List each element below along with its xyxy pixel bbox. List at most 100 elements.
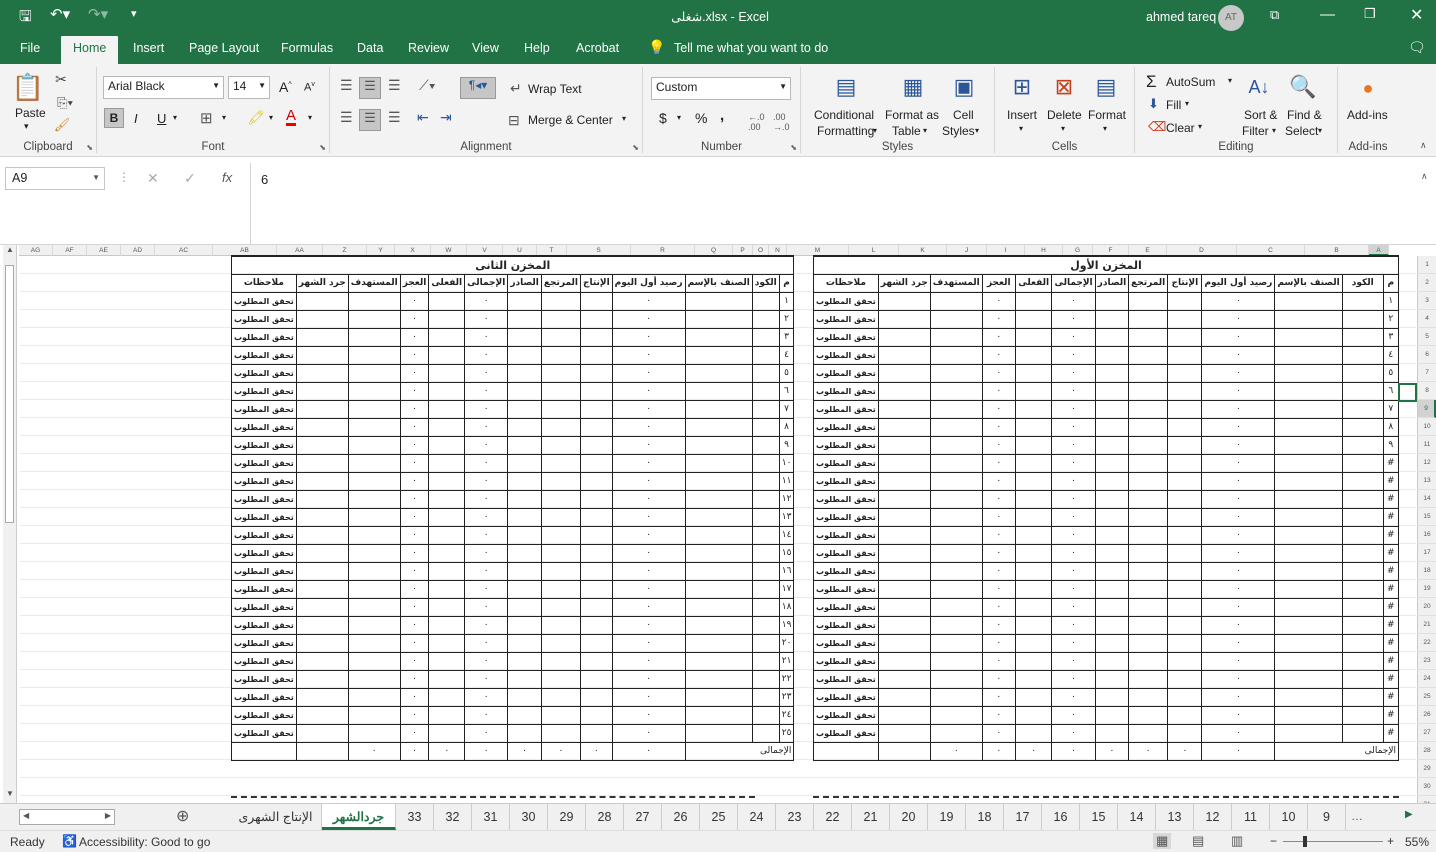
cell[interactable] <box>684 687 753 707</box>
row-number[interactable]: ٢١ <box>778 651 795 671</box>
warehouse-1-table[interactable]: المخزن الأول م الكود الصنف بالإسم رصيد أول ا… <box>813 255 1400 761</box>
scroll-up-icon[interactable]: ▲ <box>3 245 17 259</box>
sheet-tab[interactable]: 22 <box>814 804 852 830</box>
cell-zero[interactable]: ٠ <box>1051 399 1096 419</box>
cell[interactable] <box>540 723 581 743</box>
cell[interactable] <box>929 291 983 311</box>
cell[interactable] <box>1341 309 1384 329</box>
cell[interactable] <box>428 669 466 689</box>
autosum-dropdown-icon[interactable]: ▾ <box>1228 76 1232 85</box>
horizontal-scrollbar[interactable]: ◀ ▶ <box>19 809 115 825</box>
expand-formula-bar-icon[interactable]: ∧ <box>1421 171 1428 182</box>
cell[interactable] <box>877 309 931 329</box>
cell[interactable] <box>1014 399 1053 419</box>
cell[interactable] <box>684 633 753 653</box>
cell-zero[interactable]: ٠ <box>611 471 686 491</box>
cell[interactable] <box>579 417 613 437</box>
cell[interactable] <box>507 597 542 617</box>
row-number[interactable]: # <box>1382 615 1400 635</box>
cell[interactable] <box>929 489 983 509</box>
cell-zero[interactable]: ٠ <box>464 345 509 365</box>
cell[interactable] <box>877 327 931 347</box>
cell[interactable] <box>540 525 581 545</box>
cell-zero[interactable]: ٠ <box>1201 327 1276 347</box>
scroll-right-icon[interactable]: ▶ <box>105 811 111 820</box>
format-dropdown-icon[interactable]: ▾ <box>1103 124 1107 133</box>
cell-zero[interactable]: ٠ <box>399 687 430 707</box>
clear-icon[interactable]: ⌫ <box>1148 119 1166 135</box>
cell-zero[interactable]: ٠ <box>1051 417 1096 437</box>
cell[interactable] <box>877 489 931 509</box>
cell-zero[interactable]: ٠ <box>1201 597 1276 617</box>
row-number[interactable]: ٢٥ <box>778 723 795 743</box>
cell[interactable] <box>1274 417 1343 437</box>
cell[interactable] <box>929 561 983 581</box>
cell[interactable] <box>1128 669 1169 689</box>
cell-zero[interactable]: ٠ <box>611 705 686 725</box>
currency-dropdown-icon[interactable]: ▾ <box>677 113 681 122</box>
cell[interactable] <box>1094 705 1130 725</box>
cell-zero[interactable]: ٠ <box>1201 615 1276 635</box>
cell[interactable] <box>295 417 349 437</box>
cell[interactable] <box>1128 489 1169 509</box>
row-header-30[interactable]: 30 <box>1417 778 1436 796</box>
wrap-text-button[interactable]: Wrap Text <box>528 82 582 96</box>
cell-zero[interactable]: ٠ <box>464 669 509 689</box>
cell[interactable] <box>579 633 613 653</box>
cell[interactable] <box>751 597 780 617</box>
cell[interactable] <box>347 507 401 527</box>
note-cell[interactable]: تحقق المطلوب <box>813 507 879 527</box>
format-as-table-button[interactable]: Format as <box>885 108 939 122</box>
cell[interactable] <box>1094 543 1130 563</box>
cell[interactable] <box>1014 507 1053 527</box>
cell[interactable] <box>929 597 983 617</box>
row-number[interactable]: ٦ <box>1382 381 1400 401</box>
cell[interactable] <box>1094 579 1130 599</box>
cell[interactable] <box>1128 543 1169 563</box>
cell-zero[interactable]: ٠ <box>1051 669 1096 689</box>
cell[interactable] <box>1167 309 1203 329</box>
cell[interactable] <box>428 417 466 437</box>
cell[interactable] <box>751 705 780 725</box>
cell[interactable] <box>1341 471 1384 491</box>
cell[interactable] <box>751 633 780 653</box>
cell[interactable] <box>1274 435 1343 455</box>
cell[interactable] <box>1341 417 1384 437</box>
cell-zero[interactable]: ٠ <box>399 417 430 437</box>
cell[interactable] <box>1341 597 1384 617</box>
cell[interactable] <box>684 309 753 329</box>
row-header-8[interactable]: 8 <box>1417 382 1436 400</box>
row-number[interactable]: ٦ <box>778 381 795 401</box>
number-launcher-icon[interactable]: ⬊ <box>790 143 797 152</box>
next-sheet-icon[interactable]: ▶ <box>1405 809 1413 820</box>
cell[interactable] <box>684 417 753 437</box>
cell[interactable] <box>684 723 753 743</box>
cell-zero[interactable]: ٠ <box>1051 453 1096 473</box>
italic-button[interactable]: I <box>134 111 138 126</box>
cell[interactable] <box>1341 507 1384 527</box>
merge-dropdown-icon[interactable]: ▾ <box>622 114 626 123</box>
cell[interactable] <box>1167 381 1203 401</box>
sheet-tab[interactable]: 10 <box>1270 804 1308 830</box>
cell[interactable] <box>1274 345 1343 365</box>
cell-zero[interactable]: ٠ <box>464 417 509 437</box>
cell-zero[interactable]: ٠ <box>981 615 1016 635</box>
fill-color-icon[interactable]: 🖍 <box>247 109 265 126</box>
cell[interactable] <box>507 309 542 329</box>
cell[interactable] <box>1128 417 1169 437</box>
cell[interactable] <box>1274 309 1343 329</box>
cell-zero[interactable]: ٠ <box>611 417 686 437</box>
cell[interactable] <box>751 579 780 599</box>
delete-button[interactable]: Delete <box>1047 108 1082 122</box>
cell-zero[interactable]: ٠ <box>1201 579 1276 599</box>
cell[interactable] <box>428 615 466 635</box>
cell[interactable] <box>579 705 613 725</box>
cell[interactable] <box>684 291 753 311</box>
insert-cells-icon[interactable]: ⊞ <box>1008 71 1036 103</box>
cell[interactable] <box>1274 597 1343 617</box>
note-cell[interactable]: تحقق المطلوب <box>231 399 297 419</box>
cell[interactable] <box>929 327 983 347</box>
note-cell[interactable]: تحقق المطلوب <box>231 309 297 329</box>
cell[interactable] <box>1167 291 1203 311</box>
cell[interactable] <box>1128 453 1169 473</box>
